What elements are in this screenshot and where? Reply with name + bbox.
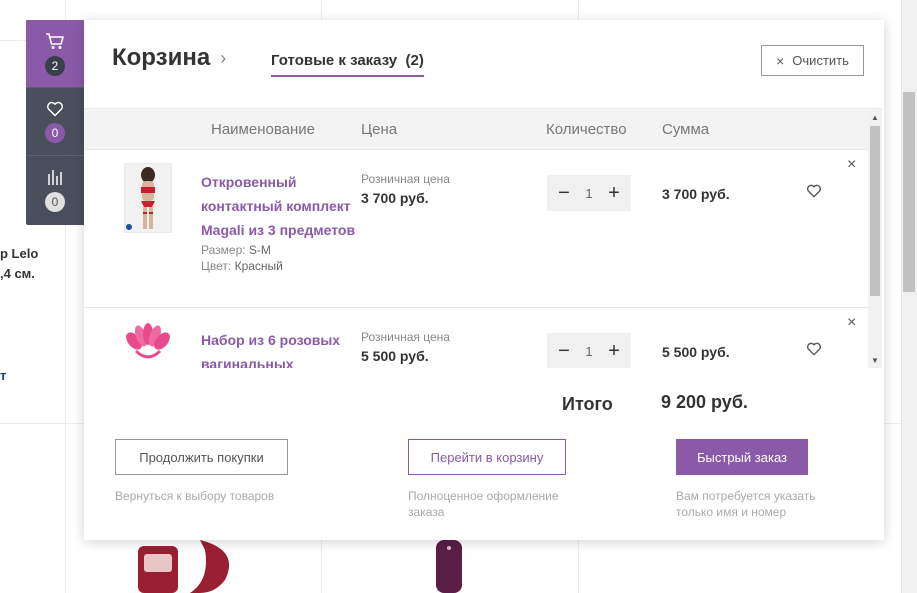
quick-order-hint: Вам потребуется указать только имя и ном…	[676, 489, 816, 519]
clear-cart-button[interactable]: × Очистить	[761, 45, 864, 76]
scroll-down-arrow-icon[interactable]: ▼	[871, 356, 879, 365]
background-product-image	[138, 540, 230, 593]
sidebar-item-cart[interactable]: 2	[26, 20, 84, 88]
heart-icon	[47, 101, 63, 116]
decrease-quantity-button[interactable]: −	[555, 183, 573, 203]
cart-modal: Корзина › Готовые к заказу (2) × Очистит…	[84, 20, 884, 540]
favorites-count-badge: 0	[45, 122, 65, 143]
tab-count: (2)	[405, 52, 424, 69]
background-product-image	[436, 540, 462, 593]
product-name-link[interactable]: Откровенный контактный комплект Magali и…	[201, 170, 356, 274]
retail-price-label: Розничная цена	[361, 330, 450, 344]
tab-label: Готовые к заказу	[271, 52, 398, 69]
total-value: 9 200 руб.	[661, 392, 748, 412]
compare-chart-icon	[48, 170, 62, 185]
unit-price: 3 700 руб.	[361, 190, 429, 206]
unit-price: 5 500 руб.	[361, 348, 429, 364]
scroll-up-arrow-icon[interactable]: ▲	[871, 113, 879, 122]
background-product-subtitle: ,4 см.	[0, 266, 35, 281]
page-scrollbar[interactable]	[901, 0, 917, 593]
column-header-price: Цена	[361, 121, 398, 138]
table-header: Наименование Цена Количество Сумма	[84, 108, 882, 150]
sidebar-item-favorites[interactable]: 0	[26, 88, 84, 156]
add-to-favorites-icon[interactable]	[806, 184, 822, 198]
column-header-sum: Сумма	[662, 121, 710, 138]
tab-ready-to-order[interactable]: Готовые к заказу (2)	[271, 52, 424, 77]
product-name-link[interactable]: Набор из 6 розовых вагинальных	[201, 328, 356, 368]
cart-title-link[interactable]: Корзина ›	[112, 44, 226, 72]
product-color: Цвет: Красный	[201, 258, 356, 274]
cart-list-scrollbar[interactable]: ▲ ▼	[868, 110, 882, 368]
product-name: Набор из 6 розовых вагинальных	[201, 332, 341, 368]
increase-quantity-button[interactable]: +	[605, 341, 623, 361]
quantity-stepper: − 1 +	[547, 333, 631, 368]
item-sum: 3 700 руб.	[662, 186, 730, 202]
product-size: Размер: S-M	[201, 242, 356, 258]
retail-price-label: Розничная цена	[361, 172, 450, 186]
size-value: S-M	[248, 243, 271, 257]
item-sum: 5 500 руб.	[662, 344, 730, 360]
go-to-cart-hint: Полноценное оформление заказа	[408, 489, 559, 519]
quantity-stepper: − 1 +	[547, 175, 631, 211]
total-label: Итого	[562, 394, 613, 414]
color-label: Цвет:	[201, 259, 232, 273]
compare-count-badge: 0	[45, 192, 65, 212]
close-icon: ×	[776, 52, 785, 69]
chevron-right-icon: ›	[220, 47, 227, 68]
background-product-title: р Lelo	[0, 246, 39, 261]
cart-icon	[46, 32, 64, 49]
background-product-price: т	[0, 368, 7, 383]
cart-item-row: Откровенный контактный комплект Magali и…	[84, 150, 868, 308]
cart-title: Корзина	[112, 44, 211, 71]
quantity-value[interactable]: 1	[585, 186, 592, 201]
increase-quantity-button[interactable]: +	[605, 183, 623, 203]
product-name: Откровенный контактный комплект Magali и…	[201, 174, 356, 238]
cart-item-row: Набор из 6 розовых вагинальных Розничная…	[84, 308, 868, 368]
go-to-cart-button[interactable]: Перейти в корзину	[408, 439, 566, 475]
size-label: Размер:	[201, 243, 246, 257]
cart-count-badge: 2	[45, 55, 65, 76]
add-to-favorites-icon[interactable]	[806, 342, 822, 356]
sidebar-item-compare[interactable]: 0	[26, 156, 84, 224]
side-panel: 2 0 0	[26, 20, 84, 225]
continue-shopping-button[interactable]: Продолжить покупки	[115, 439, 288, 475]
remove-item-icon[interactable]: ×	[847, 156, 856, 174]
product-thumbnail[interactable]	[124, 163, 172, 233]
column-header-quantity: Количество	[546, 121, 627, 138]
page-scrollbar-thumb[interactable]	[903, 92, 915, 292]
quick-order-button[interactable]: Быстрый заказ	[676, 439, 808, 475]
clear-cart-label: Очистить	[792, 53, 849, 68]
remove-item-icon[interactable]: ×	[847, 314, 856, 332]
color-value: Красный	[234, 259, 283, 273]
decrease-quantity-button[interactable]: −	[555, 341, 573, 361]
cart-list-scrollbar-thumb[interactable]	[870, 126, 880, 296]
continue-shopping-hint: Вернуться к выбору товаров	[115, 489, 275, 503]
column-header-name: Наименование	[211, 121, 315, 138]
product-thumbnail[interactable]	[124, 321, 172, 368]
quantity-value[interactable]: 1	[585, 344, 592, 359]
cart-items-list[interactable]: Откровенный контактный комплект Magali и…	[84, 150, 868, 368]
